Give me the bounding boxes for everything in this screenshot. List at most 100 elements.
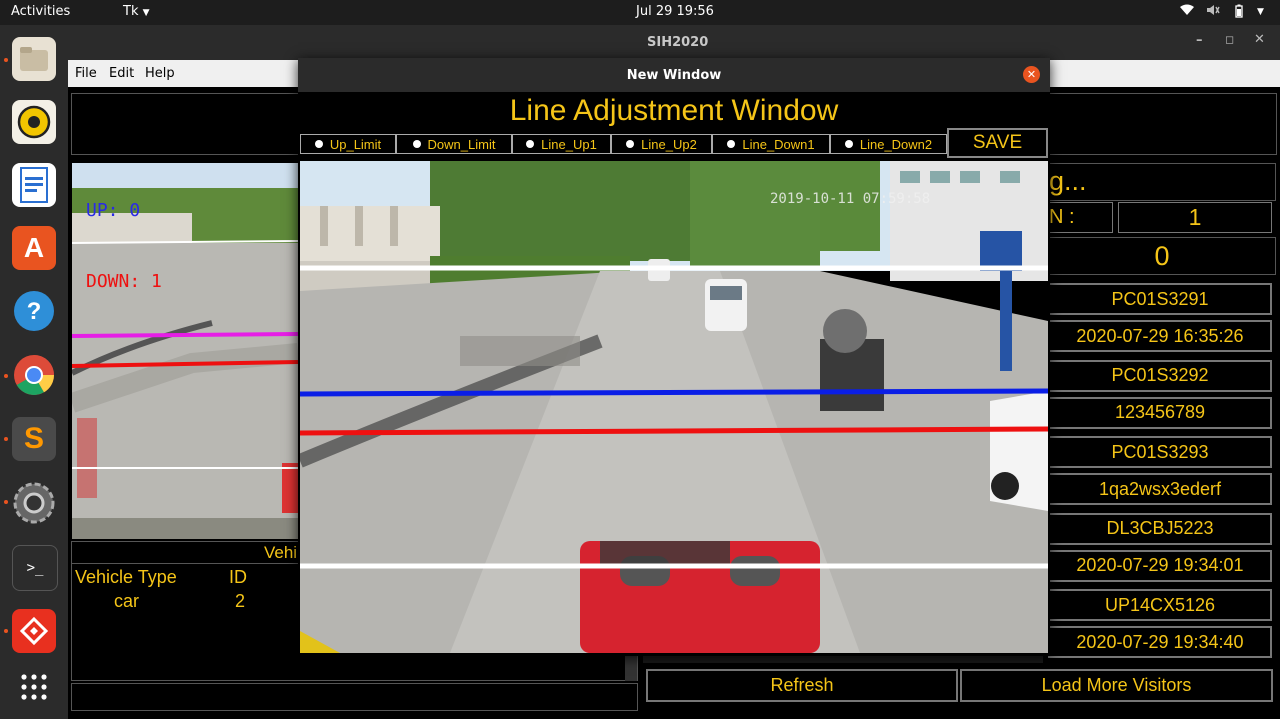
radio-label: Down_Limit xyxy=(427,136,496,152)
col-vehicle-type: Vehicle Type xyxy=(75,567,177,587)
maximize-icon[interactable]: ◻ xyxy=(1225,33,1234,46)
chrome-icon[interactable] xyxy=(12,353,56,397)
up-count-overlay: UP: 0 xyxy=(86,200,141,221)
visitor-plate: PC01S3293 xyxy=(1048,436,1272,468)
menu-file[interactable]: File xyxy=(75,66,97,81)
terminal-icon[interactable]: >_ xyxy=(12,545,58,591)
right-panel-title: g... xyxy=(1049,166,1087,196)
dock: A ? S >_ xyxy=(0,25,68,719)
dialog-titlebar[interactable]: New Window ✕ xyxy=(298,58,1050,92)
visitor-plate-text: PC01S3293 xyxy=(1111,441,1209,462)
radio-dot-icon xyxy=(727,140,736,148)
load-more-label: Load More Visitors xyxy=(1041,675,1192,695)
line-adjustment-dialog: New Window ✕ Line Adjustment Window Up_L… xyxy=(298,58,1050,656)
radio-label: Up_Limit xyxy=(329,136,382,152)
radio-label: Line_Down2 xyxy=(859,136,933,152)
menu-edit[interactable]: Edit xyxy=(109,66,134,81)
visitor-plate: PC01S3291 xyxy=(1048,283,1272,315)
vehicle-id-cell: 2 xyxy=(235,591,246,611)
dialog-title: New Window xyxy=(626,68,722,83)
chevron-down-icon: ▼ xyxy=(142,8,150,18)
camera-frame[interactable]: 2019-10-11 07:59:58 xyxy=(300,161,1048,653)
activities-button[interactable]: Activities xyxy=(11,4,70,19)
running-indicator xyxy=(4,374,8,378)
count1-text: 1 xyxy=(1188,204,1202,230)
window-title: SIH2020 xyxy=(647,35,709,50)
radio-dot-icon xyxy=(412,140,421,148)
visitor-detail: 2020-07-29 16:35:26 xyxy=(1048,320,1272,352)
vehicle-type-cell: car xyxy=(114,591,140,611)
menu-help[interactable]: Help xyxy=(145,66,175,81)
camera-timestamp: 2019-10-11 07:59:58 xyxy=(770,191,931,207)
clock[interactable]: Jul 29 19:56 xyxy=(636,4,714,19)
radio-dot-icon xyxy=(314,140,323,148)
visitor-plate-text: DL3CBJ5223 xyxy=(1106,518,1214,538)
refresh-label: Refresh xyxy=(770,675,834,695)
minimize-icon[interactable]: – xyxy=(1196,33,1203,48)
radio-dot-icon xyxy=(526,140,535,148)
svg-text:?: ? xyxy=(27,298,42,325)
wifi-icon[interactable] xyxy=(1180,4,1194,20)
visitor-plate-text: PC01S3292 xyxy=(1111,365,1209,385)
radio-dot-icon xyxy=(626,140,635,148)
visitor-plate: DL3CBJ5223 xyxy=(1048,512,1272,545)
battery-icon[interactable] xyxy=(1232,4,1246,22)
app-menu[interactable]: Tk ▼ xyxy=(123,4,150,19)
top-bar: Activities Tk ▼ Jul 29 19:56 ▼ xyxy=(0,0,1280,25)
visitor-plate: PC01S3292 xyxy=(1048,359,1272,392)
settings-gear-icon[interactable] xyxy=(12,481,56,525)
running-indicator xyxy=(4,629,8,633)
window-titlebar[interactable]: SIH2020 – ◻ ✕ xyxy=(68,25,1280,60)
visitor-plate-text: UP14CX5126 xyxy=(1104,594,1216,615)
visitor-plate-text: PC01S3291 xyxy=(1111,288,1209,309)
vehicle-table-header: Vehi xyxy=(264,543,298,562)
visitor-detail: 2020-07-29 19:34:01 xyxy=(1048,549,1272,582)
app-menu-label: Tk xyxy=(123,4,139,19)
count-label: N : xyxy=(1048,202,1113,233)
writer-icon[interactable] xyxy=(12,163,56,207)
visitor-detail: 1qa2wsx3ederf xyxy=(1048,473,1272,505)
radio-line-up1[interactable]: Line_Up1 xyxy=(512,134,611,154)
rhythmbox-icon[interactable] xyxy=(12,100,56,144)
sublime-text-icon[interactable]: S xyxy=(12,417,56,461)
radio-down-limit[interactable]: Down_Limit xyxy=(396,134,512,154)
count2-text: 0 xyxy=(1154,240,1170,271)
radio-label: Line_Down1 xyxy=(742,136,815,152)
save-button[interactable]: SAVE xyxy=(947,128,1048,158)
radio-line-down2[interactable]: Line_Down2 xyxy=(830,134,947,154)
visitor-detail-text: 2020-07-29 19:34:01 xyxy=(1076,555,1244,575)
left-video-feed: UP: 0 DOWN: 1 xyxy=(72,163,298,539)
visitor-detail-text: 2020-07-29 19:34:40 xyxy=(1076,631,1244,652)
visitor-plate: UP14CX5126 xyxy=(1048,589,1272,621)
refresh-button[interactable]: Refresh xyxy=(646,669,958,702)
dialog-close-icon[interactable]: ✕ xyxy=(1023,66,1040,83)
table-scrollbar[interactable] xyxy=(625,655,637,681)
dialog-heading: Line Adjustment Window xyxy=(509,94,839,127)
down-count-overlay: DOWN: 1 xyxy=(86,271,162,292)
visitor-detail: 2020-07-29 19:34:40 xyxy=(1048,626,1272,658)
help-icon[interactable]: ? xyxy=(12,289,56,333)
count-label-text: N : xyxy=(1049,206,1075,228)
anydesk-icon[interactable] xyxy=(12,609,56,653)
load-more-visitors-button[interactable]: Load More Visitors xyxy=(960,669,1273,702)
software-center-icon[interactable]: A xyxy=(12,226,56,270)
visitor-detail: 123456789 xyxy=(1048,396,1272,429)
visitor-detail-text: 1qa2wsx3ederf xyxy=(1098,478,1222,499)
running-indicator xyxy=(4,500,8,504)
col-id: ID xyxy=(229,567,247,587)
running-indicator xyxy=(4,58,8,62)
show-apps-grid-icon[interactable] xyxy=(12,665,56,709)
status-strip xyxy=(71,683,638,711)
radio-line-up2[interactable]: Line_Up2 xyxy=(611,134,712,154)
radio-up-limit[interactable]: Up_Limit xyxy=(300,134,396,154)
count2-value: 0 xyxy=(1048,237,1276,275)
files-icon[interactable] xyxy=(12,37,56,81)
close-icon[interactable]: ✕ xyxy=(1254,32,1265,47)
running-indicator xyxy=(4,437,8,441)
visitor-detail-text: 2020-07-29 16:35:26 xyxy=(1076,325,1244,346)
radio-line-down1[interactable]: Line_Down1 xyxy=(712,134,830,154)
volume-icon[interactable] xyxy=(1206,4,1220,20)
system-menu-chevron-icon[interactable]: ▼ xyxy=(1257,7,1264,17)
right-title-box: g... xyxy=(1048,163,1276,201)
radio-label: Line_Up2 xyxy=(641,136,697,152)
